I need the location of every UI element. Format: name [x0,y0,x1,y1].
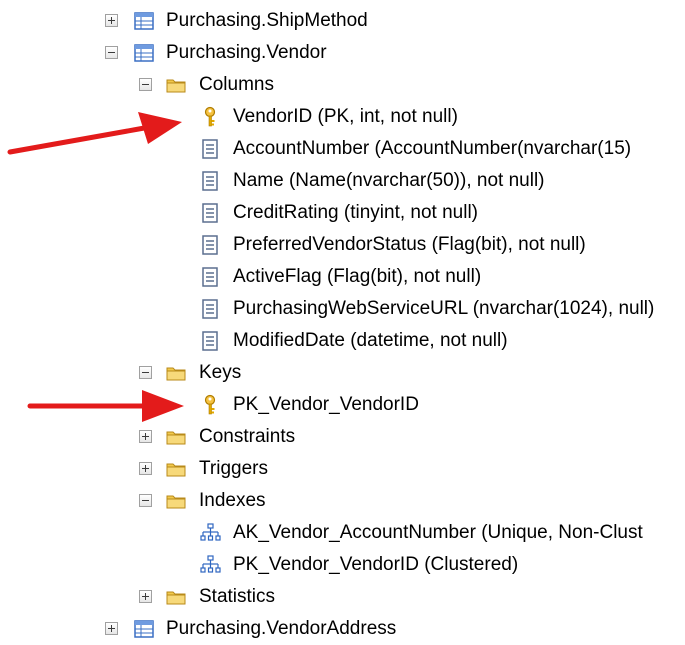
tree-node-label: Purchasing.ShipMethod [166,10,368,31]
tree-node-column[interactable]: PreferredVendorStatus (Flag(bit), not nu… [0,229,685,261]
tree-node-label: Triggers [199,458,268,479]
tree-node-statistics-folder[interactable]: Statistics [0,581,685,613]
tree-node-label: Statistics [199,586,276,607]
tree-node-label: Indexes [199,490,266,511]
tree-node-vendor-address[interactable]: Purchasing.VendorAddress [0,613,685,645]
column-icon [199,138,221,160]
tree-node-label: AK_Vendor_AccountNumber (Unique, Non-Clu… [233,522,643,543]
column-icon [199,266,221,288]
table-icon [133,618,155,640]
clustered-index-icon [199,554,221,576]
folder-icon [165,586,187,608]
tree-node-ship-method[interactable]: Purchasing.ShipMethod [0,5,685,37]
tree-node-label: Constraints [199,426,296,447]
tree-node-label: PK_Vendor_VendorID (Clustered) [233,554,519,575]
table-icon [133,42,155,64]
tree-node-label: Keys [199,362,242,383]
tree-node-triggers-folder[interactable]: Triggers [0,453,685,485]
object-explorer-tree: Purchasing.ShipMethod Purchasing.Vendor … [0,0,685,639]
tree-node-label: CreditRating (tinyint, not null) [233,202,478,223]
column-icon [199,202,221,224]
tree-node-label: ActiveFlag (Flag(bit), not null) [233,266,482,287]
expand-plus-icon[interactable] [139,462,152,475]
primary-key-icon [199,106,221,128]
tree-node-label: PreferredVendorStatus (Flag(bit), not nu… [233,234,586,255]
tree-node-column[interactable]: PurchasingWebServiceURL (nvarchar(1024),… [0,293,685,325]
tree-node-label: Name (Name(nvarchar(50)), not null) [233,170,545,191]
column-icon [199,330,221,352]
column-icon [199,234,221,256]
folder-icon [165,490,187,512]
collapse-minus-icon[interactable] [139,494,152,507]
collapse-minus-icon[interactable] [139,366,152,379]
tree-node-vendor[interactable]: Purchasing.Vendor [0,37,685,69]
tree-node-column[interactable]: CreditRating (tinyint, not null) [0,197,685,229]
collapse-minus-icon[interactable] [139,78,152,91]
tree-node-columns-folder[interactable]: Columns [0,69,685,101]
tree-node-label: Purchasing.Vendor [166,42,327,63]
tree-node-label: Columns [199,74,274,95]
expand-plus-icon[interactable] [139,590,152,603]
tree-node-column[interactable]: ModifiedDate (datetime, not null) [0,325,685,357]
tree-node-label: Purchasing.VendorAddress [166,618,397,639]
tree-node-label: AccountNumber (AccountNumber(nvarchar(15… [233,138,632,159]
tree-node-indexes-folder[interactable]: Indexes [0,485,685,517]
red-arrow-icon [27,390,184,422]
collapse-minus-icon[interactable] [105,46,118,59]
tree-node-label: ModifiedDate (datetime, not null) [233,330,508,351]
primary-key-icon [199,394,221,416]
tree-node-column[interactable]: ActiveFlag (Flag(bit), not null) [0,261,685,293]
expand-plus-icon[interactable] [139,430,152,443]
red-arrow-icon [7,112,182,155]
folder-icon [165,74,187,96]
tree-node-label: VendorID (PK, int, not null) [233,106,458,127]
folder-icon [165,458,187,480]
expand-plus-icon[interactable] [105,14,118,27]
expand-plus-icon[interactable] [105,622,118,635]
column-icon [199,298,221,320]
tree-node-index[interactable]: PK_Vendor_VendorID (Clustered) [0,549,685,581]
tree-node-label: PK_Vendor_VendorID [233,394,419,415]
index-icon [199,522,221,544]
table-icon [133,10,155,32]
tree-node-label: PurchasingWebServiceURL (nvarchar(1024),… [233,298,655,319]
column-icon [199,170,221,192]
tree-node-index[interactable]: AK_Vendor_AccountNumber (Unique, Non-Clu… [0,517,685,549]
tree-node-column[interactable]: Name (Name(nvarchar(50)), not null) [0,165,685,197]
